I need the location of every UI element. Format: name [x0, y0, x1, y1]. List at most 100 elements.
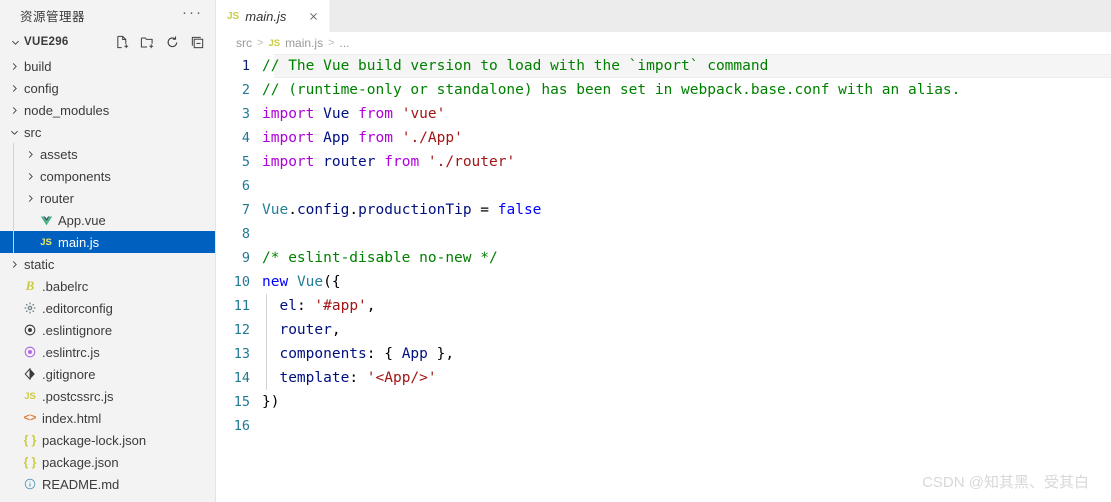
- code-token: ,: [366, 298, 376, 314]
- close-icon[interactable]: [304, 7, 322, 25]
- tree-item-label: .eslintignore: [42, 322, 113, 338]
- code-line[interactable]: 8: [216, 222, 1111, 246]
- code-line[interactable]: 11 el: '#app',: [216, 294, 1111, 318]
- tree-item-label: .gitignore: [42, 366, 96, 382]
- tree-folder-static[interactable]: static: [0, 253, 215, 275]
- tree-item-label: package.json: [42, 454, 119, 470]
- code-token: : {: [366, 346, 402, 362]
- tree-file-editorconfig[interactable]: .editorconfig: [0, 297, 215, 319]
- tree-item-label: App.vue: [58, 212, 106, 228]
- tab-main-js[interactable]: JS main.js: [216, 0, 331, 32]
- refresh-icon[interactable]: [164, 34, 180, 50]
- indent-guide: [266, 318, 267, 342]
- tree-indent-guide: [13, 187, 14, 209]
- chevron-right-icon: >: [257, 37, 264, 49]
- breadcrumb-item-mainjs[interactable]: main.js: [285, 36, 323, 50]
- tree-folder-router[interactable]: router: [0, 187, 215, 209]
- tree-indent-guide: [13, 165, 14, 187]
- tree-item-label: config: [24, 80, 59, 96]
- line-number: 1: [241, 58, 250, 74]
- tree-file-readme-md[interactable]: README.md: [0, 473, 215, 495]
- code-line-text: import Vue from 'vue': [262, 102, 445, 126]
- code-token: /* eslint-disable no-new */: [262, 250, 498, 266]
- code-line[interactable]: 16: [216, 414, 1111, 438]
- code-line-text: Vue.config.productionTip = false: [262, 198, 541, 222]
- code-line[interactable]: 6: [216, 174, 1111, 198]
- code-token: ,: [331, 322, 341, 338]
- explorer-header: 资源管理器 ···: [0, 0, 215, 30]
- code-line[interactable]: 4 import App from './App': [216, 126, 1111, 150]
- code-token: config: [296, 202, 350, 218]
- tree-file-eslintrc-js[interactable]: .eslintrc.js: [0, 341, 215, 363]
- tree-folder-components[interactable]: components: [0, 165, 215, 187]
- tree-folder-assets[interactable]: assets: [0, 143, 215, 165]
- html-file-icon: <>: [23, 412, 37, 424]
- code-line[interactable]: 5 import router from './router': [216, 150, 1111, 174]
- code-line-text: // The Vue build version to load with th…: [262, 54, 768, 78]
- code-token: import: [262, 130, 315, 146]
- tree-indent-guide: [13, 231, 14, 253]
- json-file-icon: { }: [23, 455, 37, 469]
- line-number: 13: [233, 346, 250, 362]
- code-token: import: [262, 106, 315, 122]
- code-line-text: import router from './router': [262, 150, 515, 174]
- tree-folder-config[interactable]: config: [0, 77, 215, 99]
- tree-file-gitignore[interactable]: .gitignore: [0, 363, 215, 385]
- tree-file-eslintignore[interactable]: .eslintignore: [0, 319, 215, 341]
- code-line[interactable]: 14 template: '<App/>': [216, 366, 1111, 390]
- tree-file-main-js[interactable]: JS main.js: [0, 231, 215, 253]
- tree-folder-build[interactable]: build: [0, 55, 215, 77]
- tree-file-package-lock-json[interactable]: { } package-lock.json: [0, 429, 215, 451]
- tree-file-index-html[interactable]: <> index.html: [0, 407, 215, 429]
- code-token: Vue: [262, 202, 289, 218]
- new-file-icon[interactable]: [114, 34, 130, 50]
- git-file-icon: [21, 368, 39, 380]
- tree-file-package-json[interactable]: { } package.json: [0, 451, 215, 473]
- code-token: // (runtime-only or standalone) has been…: [262, 82, 961, 98]
- code-token: false: [497, 202, 542, 218]
- code-line[interactable]: 7 Vue.config.productionTip = false: [216, 198, 1111, 222]
- tree-file-babelrc[interactable]: B .babelrc: [0, 275, 215, 297]
- code-line[interactable]: 15}): [216, 390, 1111, 414]
- code-line[interactable]: 2 // (runtime-only or standalone) has bee…: [216, 78, 1111, 102]
- tree-item-label: .editorconfig: [42, 300, 113, 316]
- code-line[interactable]: 10 new Vue({: [216, 270, 1111, 294]
- code-editor[interactable]: 1 // The Vue build version to load with t…: [216, 54, 1111, 502]
- line-number: 9: [241, 250, 250, 266]
- breadcrumb-item-more[interactable]: ...: [340, 36, 350, 50]
- tree-file-app-vue[interactable]: App.vue: [0, 209, 215, 231]
- code-line-text: /* eslint-disable no-new */: [262, 246, 498, 270]
- eslintignore-file-icon: [21, 324, 39, 336]
- tree-item-label: package-lock.json: [42, 432, 147, 448]
- markdown-file-icon: [21, 478, 39, 490]
- more-actions-icon[interactable]: ···: [178, 5, 207, 24]
- tree-folder-src[interactable]: src: [0, 121, 215, 143]
- code-line[interactable]: 9 /* eslint-disable no-new */: [216, 246, 1111, 270]
- code-token: from: [384, 154, 420, 170]
- tree-file-postcssrc-js[interactable]: JS .postcssrc.js: [0, 385, 215, 407]
- chevron-right-icon: [24, 171, 37, 182]
- code-line-text: import App from './App': [262, 126, 463, 150]
- code-token: .: [288, 202, 297, 218]
- code-line[interactable]: 1 // The Vue build version to load with t…: [216, 54, 1111, 78]
- file-tree: build config node_modules src assets componen…: [0, 54, 215, 495]
- workspace-root-row[interactable]: VUE296: [0, 30, 215, 54]
- tree-item-label: .eslintrc.js: [42, 344, 100, 360]
- breadcrumb-item-src[interactable]: src: [236, 36, 252, 50]
- line-number: 16: [233, 418, 250, 434]
- collapse-all-icon[interactable]: [189, 34, 205, 50]
- tree-item-label: router: [40, 190, 74, 206]
- vue-file-icon: [37, 214, 55, 227]
- code-token: ({: [323, 274, 341, 290]
- code-line[interactable]: 13 components: { App },: [216, 342, 1111, 366]
- tree-folder-node-modules[interactable]: node_modules: [0, 99, 215, 121]
- code-token: '#app': [314, 298, 367, 314]
- code-line[interactable]: 12 router,: [216, 318, 1111, 342]
- code-line[interactable]: 3 import Vue from 'vue': [216, 102, 1111, 126]
- new-folder-icon[interactable]: [139, 34, 155, 50]
